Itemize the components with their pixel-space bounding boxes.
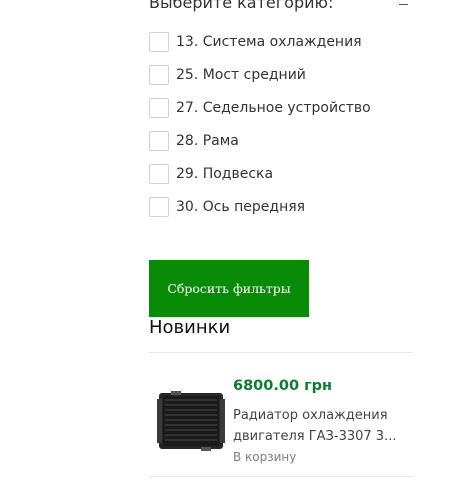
- category-label: 13. Система охлаждения: [176, 34, 362, 50]
- category-checkbox[interactable]: [149, 32, 169, 52]
- category-label: 28. Рама: [176, 133, 239, 149]
- category-checkbox[interactable]: [149, 164, 169, 184]
- radiator-image[interactable]: [157, 391, 225, 451]
- product-card: 6800.00 грн Радиатор охлаждения двигател…: [149, 353, 412, 476]
- reset-filters-button[interactable]: Сбросить фильтры: [149, 260, 309, 317]
- product-name-link[interactable]: Радиатор охлаждения двигателя ГАЗ-3307 3…: [233, 405, 405, 447]
- new-products-title: Новинки: [149, 317, 231, 338]
- category-label: 27. Седельное устройство: [176, 100, 371, 116]
- category-label: 25. Мост средний: [176, 67, 306, 83]
- category-checkbox[interactable]: [149, 197, 169, 217]
- category-checkbox[interactable]: [149, 131, 169, 151]
- divider: [149, 476, 412, 477]
- category-item-28[interactable]: 28. Рама: [149, 131, 411, 164]
- category-item-13[interactable]: 13. Система охлаждения: [149, 32, 411, 65]
- category-checkbox[interactable]: [149, 98, 169, 118]
- category-checkbox[interactable]: [149, 65, 169, 85]
- category-item-25[interactable]: 25. Мост средний: [149, 65, 411, 98]
- category-filter-header: Выберите категорию:: [149, 0, 411, 17]
- category-item-29[interactable]: 29. Подвеска: [149, 164, 411, 197]
- product-name-line: двигателя ГАЗ-3307 3...: [233, 429, 397, 444]
- category-item-27[interactable]: 27. Седельное устройство: [149, 98, 411, 131]
- product-price: 6800.00 грн: [233, 378, 333, 394]
- category-list: 13. Система охлаждения 25. Мост средний …: [149, 32, 411, 230]
- product-name-line: Радиатор охлаждения: [233, 408, 388, 423]
- category-filter-title: Выберите категорию:: [149, 0, 334, 12]
- category-label: 29. Подвеска: [176, 166, 274, 182]
- category-label: 30. Ось передняя: [176, 199, 306, 215]
- category-item-30[interactable]: 30. Ось передняя: [149, 197, 411, 230]
- minus-icon[interactable]: [397, 0, 411, 7]
- add-to-cart-link[interactable]: В корзину: [233, 450, 296, 464]
